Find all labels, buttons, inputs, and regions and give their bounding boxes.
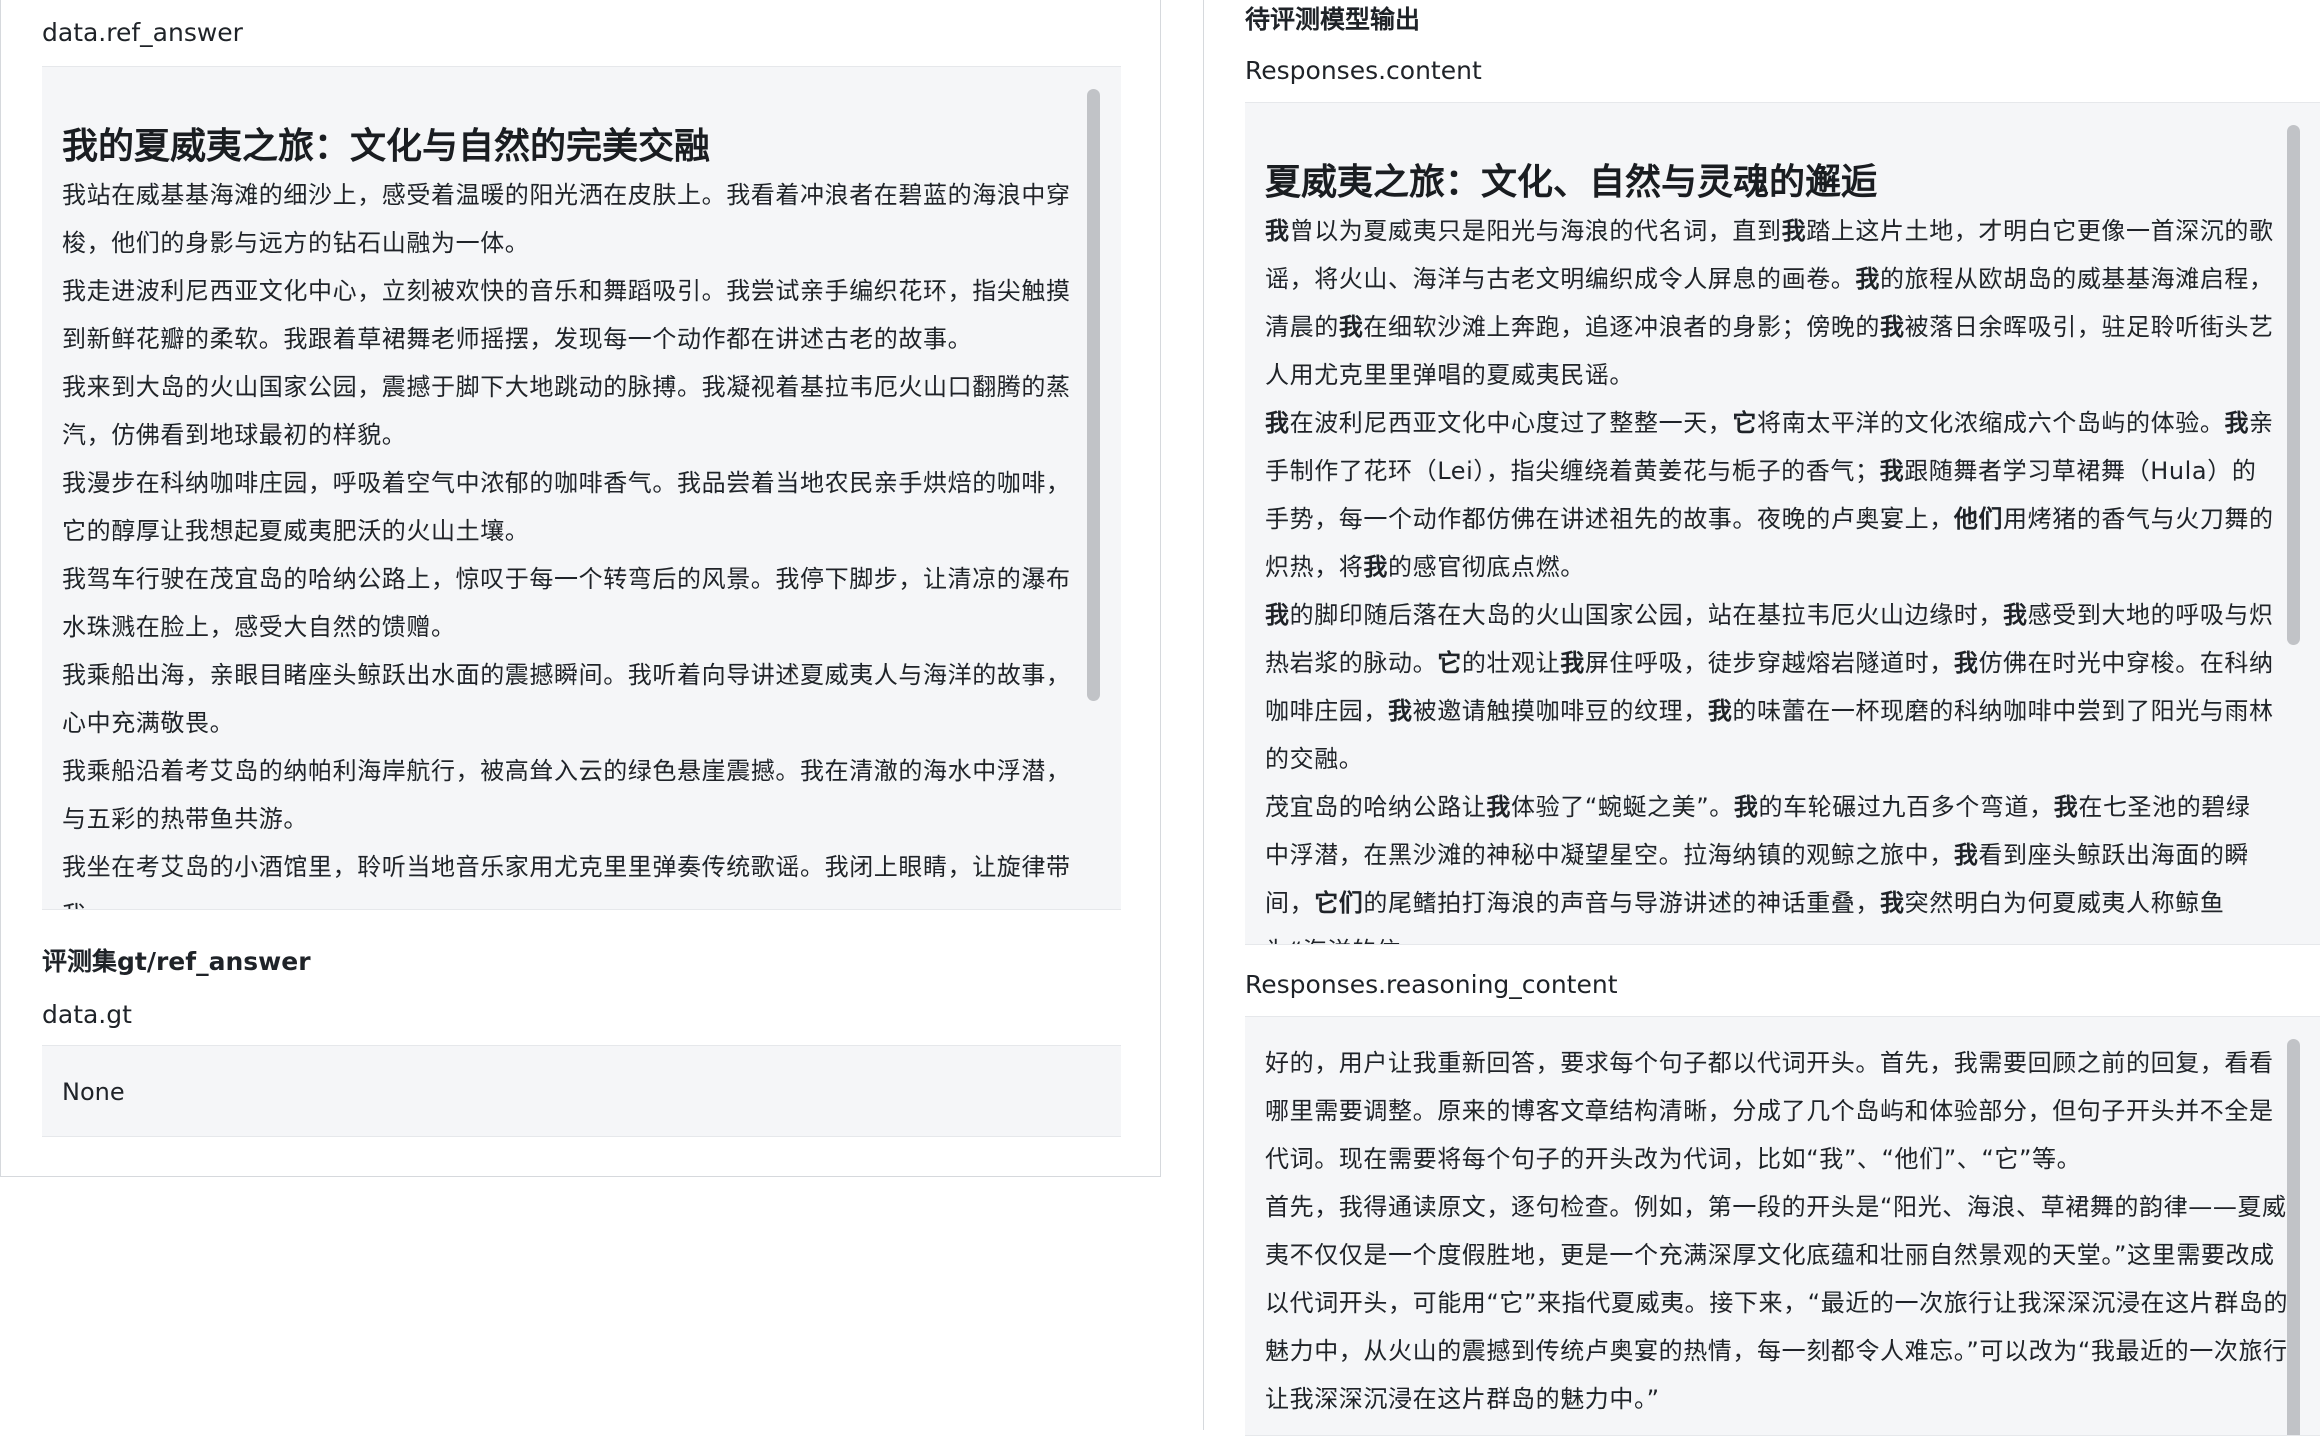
paragraph: 我站在威基基海滩的细沙上，感受着温暖的阳光洒在皮肤上。我看着冲浪者在碧蓝的海浪中… bbox=[62, 181, 1071, 257]
paragraph: 茂宜岛的哈纳公路让我体验了“蜿蜒之美”。我的车轮碾过九百多个弯道，我在七圣池的碧… bbox=[1265, 793, 2251, 944]
paragraph: 好的，用户让我重新回答，要求每个句子都以代词开头。首先，我需要回顾之前的回复，看… bbox=[1265, 1049, 2274, 1173]
paragraph: 我乘船出海，亲眼目睹座头鲸跃出水面的震撼瞬间。我听着向导讲述夏威夷人与海洋的故事… bbox=[62, 661, 1071, 737]
reasoning-body: 好的，用户让我重新回答，要求每个句子都以代词开头。首先，我需要回顾之前的回复，看… bbox=[1265, 1039, 2290, 1423]
paragraph: 我走进波利尼西亚文化中心，立刻被欢快的音乐和舞蹈吸引。我尝试亲手编织花环，指尖触… bbox=[62, 277, 1071, 353]
ref-answer-title: 我的夏威夷之旅：文化与自然的完美交融 bbox=[62, 126, 711, 167]
ref-answer-label: data.ref_answer bbox=[42, 18, 243, 47]
reasoning-label: Responses.reasoning_content bbox=[1245, 970, 1618, 999]
content-panel[interactable]: 夏威夷之旅：文化、自然与灵魂的邂逅 我曾以为夏威夷只是阳光与海浪的代名词，直到我… bbox=[1245, 102, 2320, 945]
paragraph: 我的脚印随后落在大岛的火山国家公园，站在基拉韦厄火山边缘时，我感受到大地的呼吸与… bbox=[1265, 601, 2274, 773]
content-body: 我曾以为夏威夷只是阳光与海浪的代名词，直到我踏上这片土地，才明白它更像一首深沉的… bbox=[1265, 207, 2275, 944]
ref-answer-panel[interactable]: 我的夏威夷之旅：文化与自然的完美交融 我站在威基基海滩的细沙上，感受着温暖的阳光… bbox=[42, 66, 1121, 910]
ref-answer-scrollbar[interactable] bbox=[1087, 89, 1100, 701]
reasoning-scrollbar[interactable] bbox=[2287, 1039, 2300, 1435]
paragraph: 我曾以为夏威夷只是阳光与海浪的代名词，直到我踏上这片土地，才明白它更像一首深沉的… bbox=[1265, 217, 2274, 389]
paragraph: 我驾车行驶在茂宜岛的哈纳公路上，惊叹于每一个转弯后的风景。我停下脚步，让清凉的瀑… bbox=[62, 565, 1071, 641]
right-column-border bbox=[1203, 0, 1204, 1430]
reasoning-panel[interactable]: 好的，用户让我重新回答，要求每个句子都以代词开头。首先，我需要回顾之前的回复，看… bbox=[1245, 1016, 2320, 1436]
gt-section-title: 评测集gt/ref_answer bbox=[42, 947, 311, 976]
paragraph: 我在波利尼西亚文化中心度过了整整一天，它将南太平洋的文化浓缩成六个岛屿的体验。我… bbox=[1265, 409, 2274, 581]
content-label: Responses.content bbox=[1245, 56, 1482, 85]
paragraph: 我漫步在科纳咖啡庄园，呼吸着空气中浓郁的咖啡香气。我品尝着当地农民亲手烘焙的咖啡… bbox=[62, 469, 1071, 545]
paragraph: 我坐在考艾岛的小酒馆里，聆听当地音乐家用尤克里里弹奏传统歌谣。我闭上眼睛，让旋律… bbox=[62, 853, 1071, 909]
paragraph: 我乘船沿着考艾岛的纳帕利海岸航行，被高耸入云的绿色悬崖震撼。我在清澈的海水中浮潜… bbox=[62, 757, 1071, 833]
paragraph: 首先，我得通读原文，逐句检查。例如，第一段的开头是“阳光、海浪、草裙舞的韵律——… bbox=[1265, 1193, 2289, 1413]
paragraph: 我来到大岛的火山国家公园，震撼于脚下大地跳动的脉搏。我凝视着基拉韦厄火山口翻腾的… bbox=[62, 373, 1071, 449]
gt-value: None bbox=[62, 1078, 125, 1106]
gt-panel: None bbox=[42, 1045, 1121, 1137]
content-scrollbar[interactable] bbox=[2287, 125, 2300, 645]
ref-answer-body: 我站在威基基海滩的细沙上，感受着温暖的阳光洒在皮肤上。我看着冲浪者在碧蓝的海浪中… bbox=[62, 171, 1081, 909]
gt-label: data.gt bbox=[42, 1000, 132, 1029]
model-output-title: 待评测模型输出 bbox=[1245, 5, 1421, 34]
content-title: 夏威夷之旅：文化、自然与灵魂的邂逅 bbox=[1265, 162, 1878, 203]
